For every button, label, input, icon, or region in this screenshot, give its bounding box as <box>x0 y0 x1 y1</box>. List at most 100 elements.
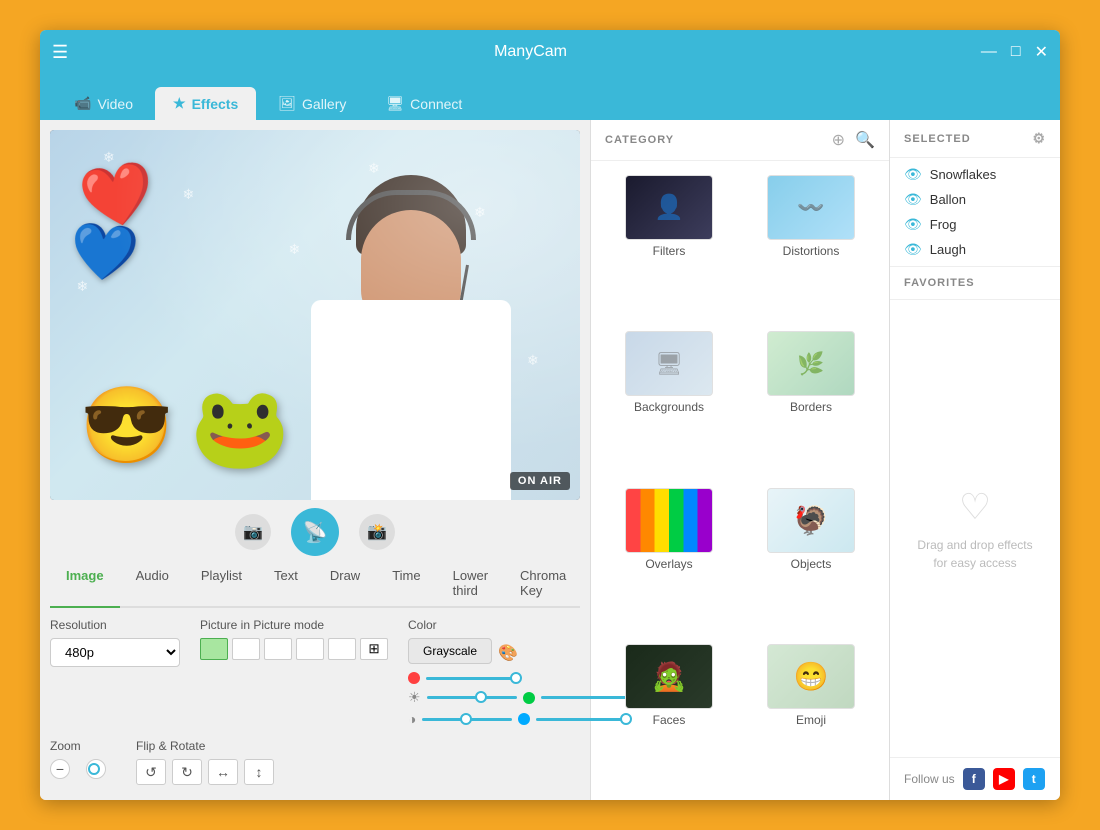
zoom-group: Zoom − + <box>50 739 106 779</box>
tab-video[interactable]: 📹 Video <box>56 87 151 120</box>
tab-draw[interactable]: Draw <box>314 560 376 608</box>
maximize-button[interactable]: □ <box>1011 43 1021 61</box>
tab-audio[interactable]: Audio <box>120 560 185 608</box>
tab-image[interactable]: Image <box>50 560 120 608</box>
tab-lower-third[interactable]: Lower third <box>437 560 504 608</box>
filters-label: Filters <box>653 244 686 258</box>
heart-icon: ♡ <box>959 486 991 528</box>
flip-vertical-button[interactable]: ↕ <box>244 759 274 785</box>
category-item-distortions[interactable]: 〰️ Distortions <box>741 169 881 323</box>
main-content: ❄ ❄ ❄ ❄ ❄ ❄ ❄ ❄ ❄ ❄ <box>40 120 1060 800</box>
category-item-filters[interactable]: 👤 Filters <box>599 169 739 323</box>
video-icon: 📹 <box>74 95 91 112</box>
drag-text: Drag and drop effects for easy access <box>910 536 1040 572</box>
tab-playlist[interactable]: Playlist <box>185 560 258 608</box>
selected-header: SELECTED ⚙ <box>890 120 1060 158</box>
flip-label: Flip & Rotate <box>136 739 274 753</box>
category-item-backgrounds[interactable]: 🖥 Backgrounds <box>599 325 739 479</box>
backgrounds-label: Backgrounds <box>634 400 704 414</box>
flip-group: Flip & Rotate ↺ ↻ ↔ ↕ <box>136 739 274 785</box>
rotate-right-button[interactable]: ↻ <box>172 759 202 785</box>
selected-item-ballon[interactable]: 👁 Ballon <box>904 191 1046 208</box>
connect-icon: 🖥 <box>386 95 404 112</box>
tab-effects[interactable]: ★ Effects <box>155 87 256 120</box>
tab-chroma-key[interactable]: Chroma Key <box>504 560 582 608</box>
distortions-thumb: 〰️ <box>767 175 855 240</box>
red-slider[interactable] <box>426 677 516 680</box>
blue-dot <box>518 713 530 725</box>
borders-thumb: 🌿 <box>767 331 855 396</box>
faces2-label: Emoji <box>796 713 826 727</box>
filters-thumb: 👤 <box>625 175 713 240</box>
minimize-button[interactable]: — <box>981 43 997 61</box>
pip-btn-5[interactable] <box>328 638 356 660</box>
blue-slider[interactable] <box>536 718 626 721</box>
zoom-minus[interactable]: − <box>50 759 70 779</box>
category-item-borders[interactable]: 🌿 Borders <box>741 325 881 479</box>
broadcast-button[interactable]: 📡 <box>291 508 339 556</box>
eye-icon-frog: 👁 <box>904 216 922 233</box>
pip-label: Picture in Picture mode <box>200 618 388 632</box>
tab-gallery[interactable]: 🖼 Gallery <box>260 87 364 120</box>
selected-snowflakes-label: Snowflakes <box>930 167 996 182</box>
navbar: 📹 Video ★ Effects 🖼 Gallery 🖥 Connect <box>40 74 1060 120</box>
resolution-label: Resolution <box>50 618 180 632</box>
green-dot <box>523 692 535 704</box>
pip-btn-2[interactable] <box>232 638 260 660</box>
search-category-icon[interactable]: 🔍 <box>855 130 875 150</box>
overlays-thumb <box>625 488 713 553</box>
objects-label: Objects <box>791 557 832 571</box>
heart-blue-emoji: 💙 <box>67 217 141 288</box>
grayscale-button[interactable]: Grayscale <box>408 638 492 664</box>
tab-connect[interactable]: 🖥 Connect <box>368 87 480 120</box>
selected-item-snowflakes[interactable]: 👁 Snowflakes <box>904 166 1046 183</box>
overlays-label: Overlays <box>645 557 692 571</box>
filter-icon[interactable]: ⚙ <box>1032 130 1046 147</box>
eye-icon-laugh: 👁 <box>904 241 922 258</box>
pip-btn-3[interactable] <box>264 638 292 660</box>
flip-buttons: ↺ ↻ ↔ ↕ <box>136 759 274 785</box>
right-panel: SELECTED ⚙ 👁 Snowflakes 👁 Ballon 👁 Frog … <box>890 120 1060 800</box>
zoom-row: − + <box>50 759 106 779</box>
selected-item-frog[interactable]: 👁 Frog <box>904 216 1046 233</box>
contrast-slider[interactable] <box>422 718 512 721</box>
brightness-slider[interactable] <box>427 696 517 699</box>
flip-horizontal-button[interactable]: ↔ <box>208 759 238 785</box>
pip-group: Picture in Picture mode ⊞ <box>200 618 388 660</box>
star-icon: ★ <box>173 95 186 112</box>
pip-btn-1[interactable] <box>200 638 228 660</box>
resolution-select[interactable]: 480p 720p 1080p <box>50 638 180 667</box>
facebook-icon[interactable]: f <box>963 768 985 790</box>
contrast-icon: ◑ <box>408 711 416 727</box>
add-category-icon[interactable]: ⊕ <box>832 130 845 150</box>
category-item-overlays[interactable]: Overlays <box>599 482 739 636</box>
selected-list: 👁 Snowflakes 👁 Ballon 👁 Frog 👁 Laugh <box>890 158 1060 267</box>
green-slider[interactable] <box>541 696 631 699</box>
selected-ballon-label: Ballon <box>930 192 966 207</box>
twitter-icon[interactable]: t <box>1023 768 1045 790</box>
tab-time[interactable]: Time <box>376 560 436 608</box>
preview-person <box>251 150 571 500</box>
youtube-icon[interactable]: ▶ <box>993 768 1015 790</box>
objects-thumb: 🦃 <box>767 488 855 553</box>
preview-controls: 📷 📡 📸 <box>50 510 580 554</box>
faces2-thumb: 😁 <box>767 644 855 709</box>
close-button[interactable]: ✕ <box>1035 42 1048 62</box>
category-item-faces2[interactable]: 😁 Emoji <box>741 638 881 792</box>
menu-icon[interactable]: ☰ <box>52 42 68 63</box>
tab-text[interactable]: Text <box>258 560 314 608</box>
snapshot-button[interactable]: 📸 <box>359 514 395 550</box>
smiley-emoji: 😎 <box>80 382 173 470</box>
category-item-objects[interactable]: 🦃 Objects <box>741 482 881 636</box>
resolution-group: Resolution 480p 720p 1080p <box>50 618 180 667</box>
pip-btn-4[interactable] <box>296 638 324 660</box>
red-dot <box>408 672 420 684</box>
distortions-label: Distortions <box>783 244 840 258</box>
selected-item-laugh[interactable]: 👁 Laugh <box>904 241 1046 258</box>
favorites-content: ♡ Drag and drop effects for easy access <box>890 300 1060 757</box>
pip-btn-6[interactable]: ⊞ <box>360 638 388 660</box>
settings-row-1: Resolution 480p 720p 1080p Picture in Pi… <box>50 618 580 727</box>
eye-icon-snowflakes: 👁 <box>904 166 922 183</box>
rotate-left-button[interactable]: ↺ <box>136 759 166 785</box>
camera-button[interactable]: 📷 <box>235 514 271 550</box>
